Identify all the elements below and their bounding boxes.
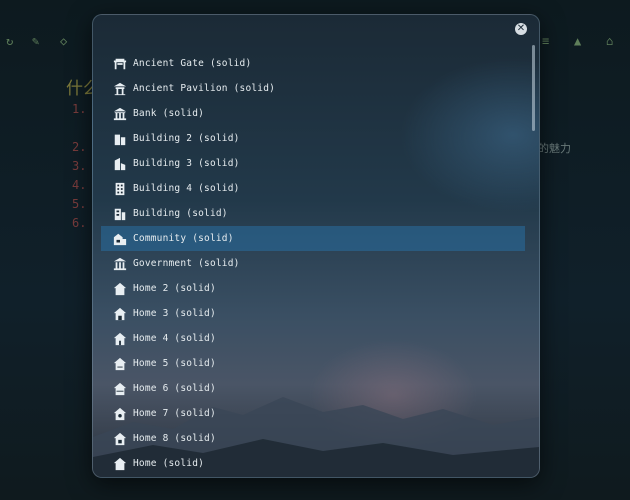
home-2-icon [113,282,127,296]
icon-list-item-label: Home 2 (solid) [133,283,216,294]
building-icon [113,207,127,221]
icon-list-item[interactable]: Home 6 (solid) [101,376,525,401]
background-list-number: 2. [72,140,87,154]
government-icon [113,257,127,271]
icon-list-item[interactable]: Building 4 (solid) [101,176,525,201]
home-7-icon [113,407,127,421]
icon-list-item[interactable]: Building (solid) [101,201,525,226]
icon-list-item[interactable]: Building 2 (solid) [101,126,525,151]
bank-icon [113,107,127,121]
eraser-icon: ◇ [60,34,68,48]
icon-list-item-label: Building 2 (solid) [133,133,240,144]
home-3-icon [113,307,127,321]
icon-list-item-label: Home 5 (solid) [133,358,216,369]
background-list-number: 4. [72,178,87,192]
icon-list: Ancient Gate (solid) Ancient Pavilion (so… [101,51,525,476]
icon-list-item[interactable]: Home 4 (solid) [101,326,525,351]
building-3-icon [113,157,127,171]
icon-list-item[interactable]: Community (solid) [101,226,525,251]
icon-list-item-label: Government (solid) [133,258,240,269]
icon-list-item[interactable]: Home 8 (solid) [101,426,525,451]
background-list-number: 1. [72,102,87,116]
community-icon [113,232,127,246]
icon-list-item[interactable]: Ancient Gate (solid) [101,51,525,76]
background-list-number: 3. [72,159,87,173]
background-list-number: 6. [72,216,87,230]
icon-list-item-label: Ancient Pavilion (solid) [133,83,276,94]
close-icon[interactable]: ✕ [517,23,525,34]
icon-list-item-label: Bank (solid) [133,108,205,119]
icon-list-item-label: Home 3 (solid) [133,308,216,319]
clear-format-icon: ⌂ [606,34,614,48]
home-6-icon [113,382,127,396]
icon-list-item-label: Building 4 (solid) [133,183,240,194]
icon-list-item[interactable]: Bank (solid) [101,101,525,126]
background-list: 1. 2. 3. 4. 5. 6. [72,102,86,235]
icon-list-item-label: Ancient Gate (solid) [133,58,252,69]
home-4-icon [113,332,127,346]
icon-list-item-label: Community (solid) [133,233,234,244]
brush-icon: ✎ [32,34,40,48]
icon-list-item-label: Home 4 (solid) [133,333,216,344]
home-8-icon [113,432,127,446]
icon-list-item-label: Home 8 (solid) [133,433,216,444]
icon-list-item[interactable]: Home 7 (solid) [101,401,525,426]
menu-icon: ≡ [542,34,550,48]
home-icon [113,457,127,471]
triangle-icon: ▲ [574,34,582,48]
icon-list-item[interactable]: Home 5 (solid) [101,351,525,376]
icon-picker-dialog: ✕ Ancient Gate (solid) Ancient Pavilion (… [92,14,540,478]
icon-list-item[interactable]: Home (solid) [101,451,525,476]
icon-list-item-label: Building 3 (solid) [133,158,240,169]
ancient-gate-icon [113,57,127,71]
close-button[interactable]: ✕ [515,23,527,35]
icon-list-item[interactable]: Home 2 (solid) [101,276,525,301]
icon-list-item[interactable]: Home 3 (solid) [101,301,525,326]
building-2-icon [113,132,127,146]
icon-list-item[interactable]: Government (solid) [101,251,525,276]
icon-list-item-label: Home 6 (solid) [133,383,216,394]
icon-list-item[interactable]: Ancient Pavilion (solid) [101,76,525,101]
background-side-text: 的魅力 [538,142,571,155]
icon-list-item[interactable]: Building 3 (solid) [101,151,525,176]
icon-list-item-label: Building (solid) [133,208,228,219]
icon-list-item-label: Home 7 (solid) [133,408,216,419]
building-4-icon [113,182,127,196]
redo-icon: ↻ [6,34,14,48]
icon-list-item-label: Home (solid) [133,458,205,469]
ancient-pavilion-icon [113,82,127,96]
background-list-number: 5. [72,197,87,211]
home-5-icon [113,357,127,371]
scrollbar[interactable] [532,45,535,131]
